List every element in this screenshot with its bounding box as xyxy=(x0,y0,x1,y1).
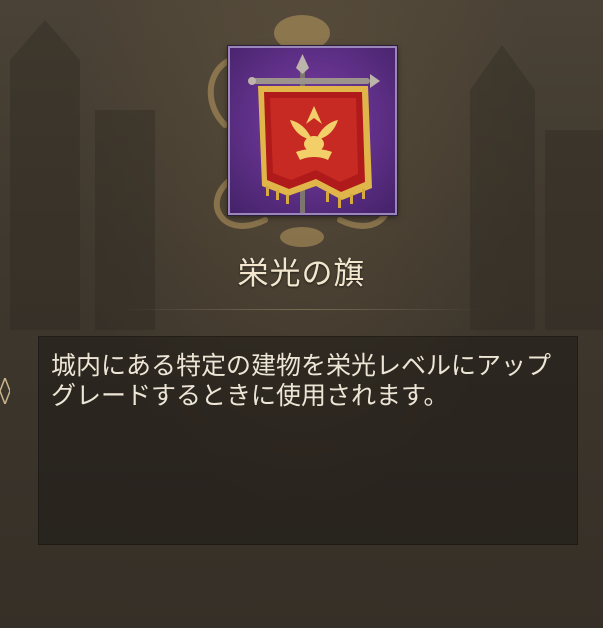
item-description-box: 城内にある特定の建物を栄光レベルにアップグレードするときに使用されます。 xyxy=(38,336,578,545)
glory-banner-icon xyxy=(248,54,380,213)
item-tooltip-panel: 栄光の旗 城内にある特定の建物を栄光レベルにアップグレードするときに使用されます… xyxy=(0,0,603,628)
item-description-text: 城内にある特定の建物を栄光レベルにアップグレードするときに使用されます。 xyxy=(51,351,552,410)
item-name: 栄光の旗 xyxy=(237,256,366,292)
name-divider xyxy=(120,309,483,310)
diamond-ornament-icon xyxy=(0,378,10,404)
item-icon-slot xyxy=(228,46,397,215)
